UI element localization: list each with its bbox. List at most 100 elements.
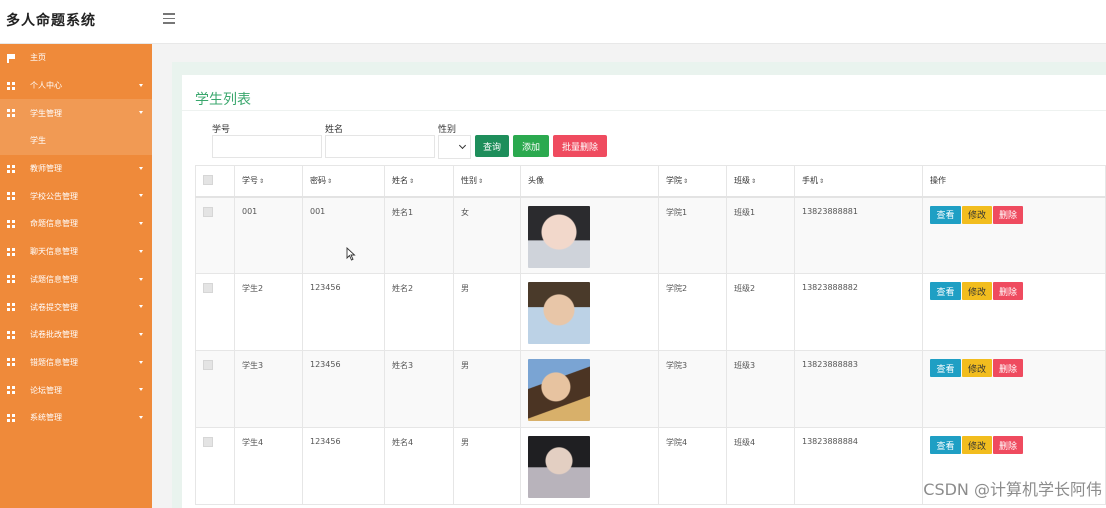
sort-icon: ⇕ <box>819 178 825 186</box>
sidebar-item-label: 个人中心 <box>30 81 62 91</box>
student-no-label: 学号 <box>212 125 231 135</box>
add-button[interactable]: 添加 <box>513 135 549 157</box>
caret-down-icon <box>139 332 143 336</box>
caret-down-icon <box>139 305 143 309</box>
avatar <box>528 436 590 498</box>
caret-down-icon <box>139 277 143 281</box>
column-header[interactable]: 学院⇕ <box>658 165 727 198</box>
sidebar-item-label: 聊天信息管理 <box>30 247 78 257</box>
mouse-cursor-icon <box>346 247 356 261</box>
edit-button[interactable]: 修改 <box>962 359 992 377</box>
delete-button[interactable]: 删除 <box>993 205 1023 224</box>
column-header[interactable]: 学号⇕ <box>234 165 303 198</box>
row-checkbox[interactable] <box>203 283 213 293</box>
column-header[interactable]: 密码⇕ <box>302 165 385 198</box>
delete-button[interactable]: 删除 <box>993 359 1023 377</box>
sort-icon: ⇕ <box>259 178 265 186</box>
edit-button[interactable]: 修改 <box>962 282 992 300</box>
search-button[interactable]: 查询 <box>475 135 509 157</box>
row-checkbox[interactable] <box>203 206 213 217</box>
view-button[interactable]: 查看 <box>930 436 961 454</box>
grid-icon <box>7 275 15 284</box>
avatar <box>528 282 590 344</box>
sidebar-item-teacher-management[interactable]: 教师管理 <box>0 155 152 183</box>
class-cell: 班级1 <box>726 196 795 274</box>
caret-down-icon <box>139 222 143 226</box>
sort-icon: ⇕ <box>478 178 484 186</box>
password-cell: 123456 <box>302 273 385 351</box>
sidebar-item-question-management[interactable]: 试题信息管理 <box>0 266 152 294</box>
column-header: 头像 <box>520 165 659 198</box>
college-cell: 学院3 <box>658 350 727 428</box>
sort-icon: ⇕ <box>751 178 757 186</box>
caret-down-icon <box>139 83 143 87</box>
sidebar-item-label: 学生管理 <box>30 108 62 118</box>
grid-icon <box>7 247 15 256</box>
column-header[interactable]: 姓名⇕ <box>384 165 454 198</box>
column-header[interactable]: 手机⇕ <box>794 165 923 198</box>
phone-cell: 13823888882 <box>794 273 923 351</box>
grid-icon <box>7 386 15 395</box>
delete-button[interactable]: 删除 <box>993 436 1023 454</box>
grid-icon <box>7 413 15 422</box>
table-row: 学生2 123456 姓名2 男 学院2 班级2 13823888882 查看修… <box>195 273 1106 351</box>
sidebar-item-label: 论坛管理 <box>30 385 62 395</box>
student-no-cell: 学生3 <box>234 350 303 428</box>
sidebar-item-student-management[interactable]: 学生管理 <box>0 99 152 128</box>
view-button[interactable]: 查看 <box>930 359 961 377</box>
caret-down-icon <box>139 166 143 170</box>
grid-icon <box>7 358 15 367</box>
column-header[interactable]: 班级⇕ <box>726 165 795 198</box>
flag-icon <box>7 53 15 63</box>
gender-cell: 男 <box>453 350 521 428</box>
chevron-down-icon <box>458 141 467 150</box>
sidebar-item-label: 主页 <box>30 53 46 63</box>
college-cell: 学院2 <box>658 273 727 351</box>
password-cell: 123456 <box>302 350 385 428</box>
menu-toggle-icon[interactable] <box>163 13 175 25</box>
sidebar-item-label: 试卷批改管理 <box>30 330 78 340</box>
gender-label: 性别 <box>438 125 457 135</box>
sidebar-subitem-student[interactable]: 学生 <box>0 127 152 155</box>
batch-delete-button[interactable]: 批量删除 <box>553 135 607 157</box>
sidebar-item-system-management[interactable]: 系统管理 <box>0 404 152 432</box>
sidebar-item-announcement-management[interactable]: 学校公告管理 <box>0 182 152 210</box>
caret-down-icon <box>139 388 143 392</box>
edit-button[interactable]: 修改 <box>962 436 992 454</box>
row-checkbox[interactable] <box>203 360 213 370</box>
sidebar-item-label: 系统管理 <box>30 413 62 423</box>
student-no-input[interactable] <box>212 135 322 158</box>
student-no-cell: 学生2 <box>234 273 303 351</box>
name-label: 姓名 <box>325 125 344 135</box>
app-title: 多人命题系统 <box>6 13 96 29</box>
delete-button[interactable]: 删除 <box>993 282 1023 300</box>
class-cell: 班级2 <box>726 273 795 351</box>
password-cell: 001 <box>302 196 385 274</box>
sidebar-item-chat-management[interactable]: 聊天信息管理 <box>0 238 152 266</box>
main-panel: 学生列表 学号 姓名 性别 查询 添加 批量删除 学号⇕ 密码⇕ 姓名⇕ 性别⇕ <box>172 62 1106 508</box>
sidebar-item-personal-center[interactable]: 个人中心 <box>0 72 152 100</box>
sidebar-item-label: 学校公告管理 <box>30 191 78 201</box>
sidebar-item-forum-management[interactable]: 论坛管理 <box>0 376 152 404</box>
sidebar-item-home[interactable]: 主页 <box>0 44 152 72</box>
select-all-checkbox[interactable] <box>203 174 213 185</box>
sidebar-item-submission-management[interactable]: 试卷提交管理 <box>0 293 152 321</box>
gender-cell: 男 <box>453 427 521 505</box>
column-header[interactable]: 性别⇕ <box>453 165 521 198</box>
grid-icon <box>7 192 15 201</box>
edit-button[interactable]: 修改 <box>962 205 992 224</box>
grid-icon <box>7 109 15 118</box>
avatar <box>528 205 590 268</box>
grid-icon <box>7 81 15 90</box>
sidebar-item-grading-management[interactable]: 试卷批改管理 <box>0 321 152 349</box>
view-button[interactable]: 查看 <box>930 205 961 224</box>
sidebar-item-wrong-question-management[interactable]: 错题信息管理 <box>0 349 152 377</box>
view-button[interactable]: 查看 <box>930 282 961 300</box>
gender-select[interactable] <box>438 135 471 159</box>
name-cell: 姓名3 <box>384 350 454 428</box>
name-input[interactable] <box>325 135 435 158</box>
sidebar-item-proposition-management[interactable]: 命题信息管理 <box>0 210 152 238</box>
select-all-cell <box>195 165 235 198</box>
sidebar-item-label: 试卷提交管理 <box>30 302 78 312</box>
row-checkbox[interactable] <box>203 437 213 447</box>
